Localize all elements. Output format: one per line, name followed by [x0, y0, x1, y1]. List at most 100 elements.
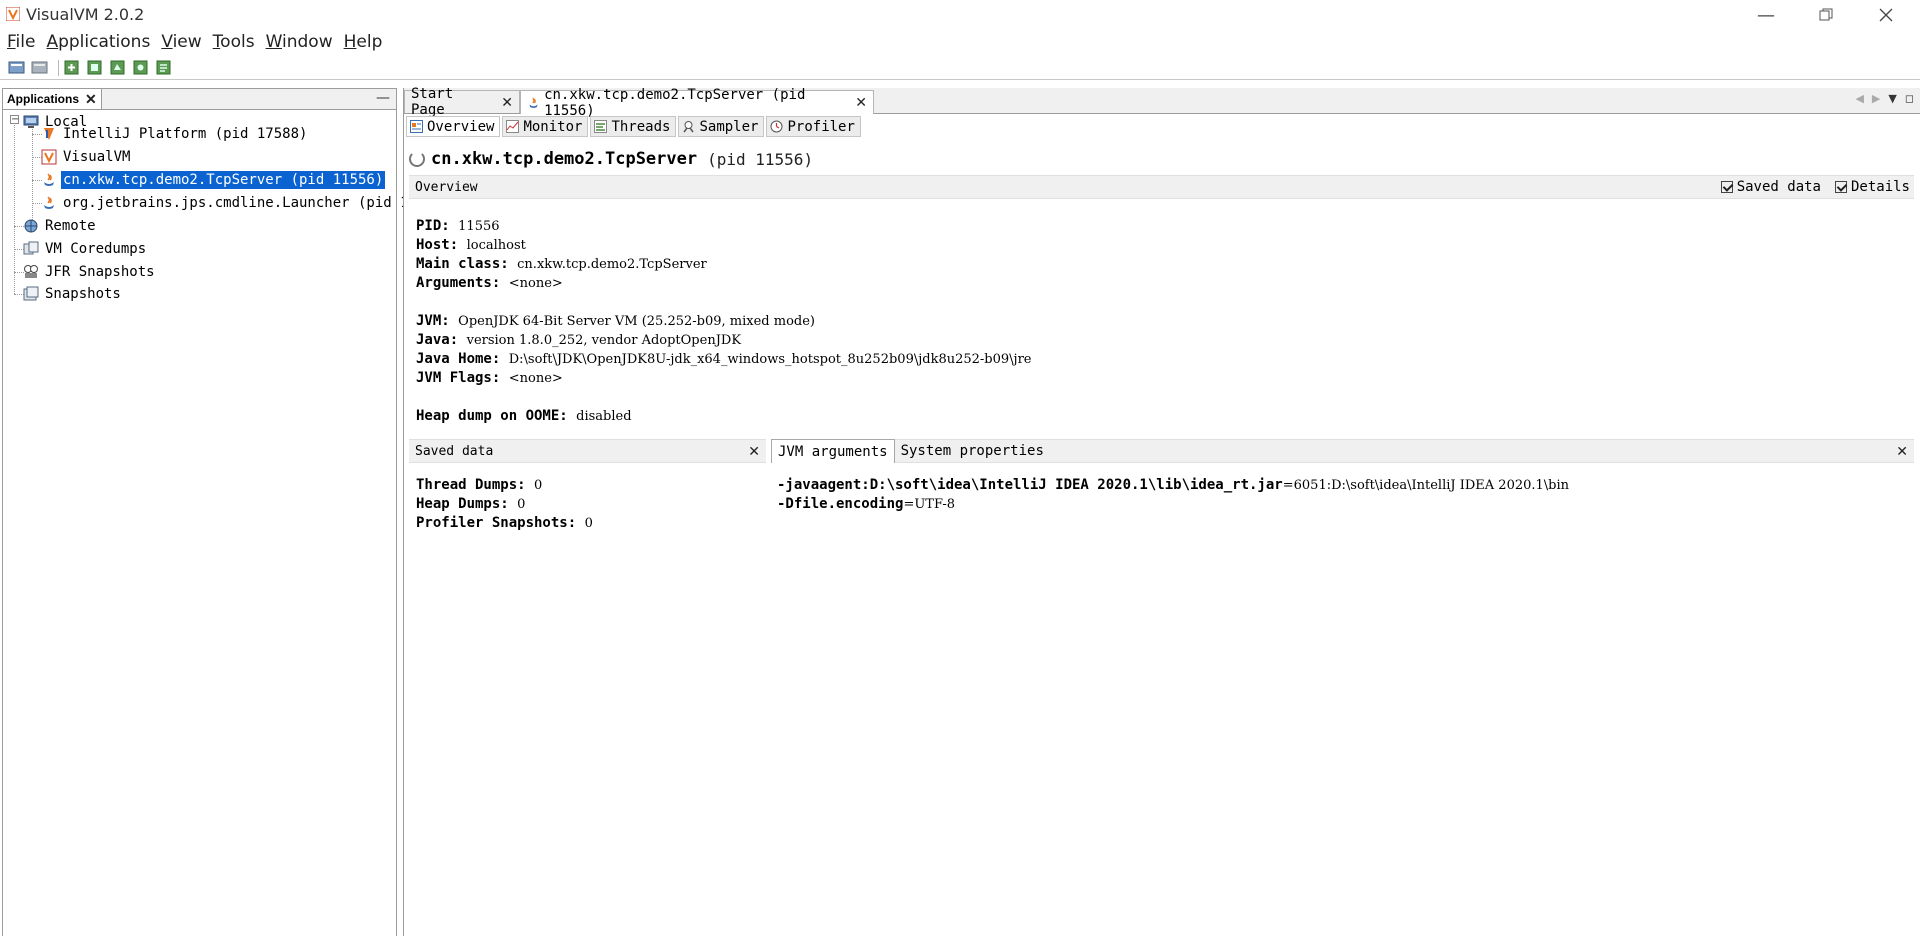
jvm-arg-file-encoding: -Dfile.encoding=UTF-8 [777, 496, 956, 512]
collapse-local-toggle[interactable]: − [10, 115, 19, 125]
menu-applications[interactable]: Applications [46, 32, 150, 52]
restore-icon [1819, 8, 1833, 21]
subtab-overview[interactable]: Overview [406, 116, 501, 137]
saved-data-checkbox[interactable]: Saved data [1720, 179, 1821, 195]
saved-profiler-snapshots: Profiler Snapshots: 0 [416, 515, 593, 531]
window-title: VisualVM 2.0.2 [26, 5, 145, 24]
info-host: Host: localhost [416, 237, 526, 253]
info-main-class: Main class: cn.xkw.tcp.demo2.TcpServer [416, 256, 707, 272]
add-coredump-icon[interactable] [109, 59, 126, 76]
close-tcpserver-tab-icon[interactable]: ✕ [855, 94, 867, 111]
info-jvm: JVM: OpenJDK 64-Bit Server VM (25.252-b0… [416, 313, 815, 329]
title-bar: VisualVM 2.0.2 — [0, 0, 1920, 30]
tree-node-visualvm[interactable]: VisualVM [41, 146, 132, 168]
tab-start-page[interactable]: Start Page ✕ [404, 86, 520, 118]
tree-node-intellij-platform[interactable]: IntelliJ Platform (pid 17588) [41, 123, 309, 145]
details-tabs-bar: JVM arguments System properties ✕ [771, 439, 1914, 463]
info-heap-dump-on-oome: Heap dump on OOME: disabled [416, 408, 632, 424]
tree-node-jfr-snapshots[interactable]: JFR Snapshots [23, 261, 157, 283]
close-start-page-icon[interactable]: ✕ [501, 94, 513, 111]
visualvm-app-icon [41, 149, 57, 165]
tab-tcpserver[interactable]: cn.xkw.tcp.demo2.TcpServer (pid 11556) ✕ [520, 87, 874, 119]
document-tab-strip: Start Page ✕ cn.xkw.tcp.demo2.TcpServer … [404, 86, 1920, 119]
saved-thread-dumps: Thread Dumps: 0 [416, 477, 543, 493]
add-jmx-connection-icon[interactable] [63, 59, 80, 76]
tab-system-properties[interactable]: System properties [895, 439, 1050, 463]
application-title: cn.xkw.tcp.demo2.TcpServer [431, 149, 698, 169]
tree-guide-line [14, 116, 15, 294]
info-java: Java: version 1.8.0_252, vendor AdoptOpe… [416, 332, 742, 348]
java-app-icon [529, 97, 538, 108]
monitor-icon [506, 120, 520, 133]
scroll-tabs-left-icon[interactable]: ◀ [1855, 92, 1863, 105]
tree-node-launcher[interactable]: org.jetbrains.jps.cmdline.Launcher (pid … [41, 192, 419, 214]
tree-node-tcpserver[interactable]: cn.xkw.tcp.demo2.TcpServer (pid 11556) [41, 169, 386, 191]
menu-help[interactable]: Help [344, 32, 383, 52]
close-details-icon[interactable]: ✕ [1896, 443, 1908, 460]
load-snapshot-icon[interactable] [8, 59, 25, 76]
applications-tab-strip: Applications ✕ — [3, 89, 396, 110]
menu-tools[interactable]: Tools [213, 32, 255, 52]
loading-spinner-icon [409, 151, 425, 167]
maximize-button[interactable] [1797, 0, 1855, 30]
info-jvm-flags: JVM Flags: <none> [416, 370, 563, 386]
application-header: cn.xkw.tcp.demo2.TcpServer (pid 11556) [409, 149, 813, 169]
profiler-icon [770, 120, 783, 133]
tab-list-dropdown-icon[interactable]: ▼ [1888, 92, 1896, 105]
menu-view[interactable]: View [161, 32, 201, 52]
close-icon [1879, 8, 1893, 22]
intellij-app-icon [44, 128, 54, 140]
maximize-window-icon[interactable]: ◻ [1905, 92, 1914, 105]
applications-tab-label: Applications [7, 92, 80, 106]
tree-node-remote[interactable]: Remote [23, 215, 98, 237]
close-saved-data-icon[interactable]: ✕ [748, 443, 760, 460]
scroll-tabs-right-icon[interactable]: ▶ [1872, 92, 1880, 105]
save-icon[interactable] [31, 59, 48, 76]
applications-tab[interactable]: Applications ✕ [3, 89, 102, 109]
info-arguments: Arguments: <none> [416, 275, 563, 291]
java-app-icon [44, 173, 54, 186]
minimize-icon: — [1757, 4, 1775, 26]
thread-dump-icon[interactable] [155, 59, 172, 76]
subtab-sampler[interactable]: Sampler [678, 116, 765, 137]
subtab-profiler[interactable]: Profiler [766, 116, 861, 137]
minimize-panel-button[interactable]: — [376, 90, 390, 106]
application-pid: (pid 11556) [707, 149, 814, 169]
view-subtabs: Overview Monitor Threads Sampler Profile… [404, 116, 1920, 138]
local-host-icon [23, 115, 39, 128]
checkbox-checked-icon [1834, 181, 1847, 193]
info-java-home: Java Home: D:\soft\JDK\OpenJDK8U-jdk_x64… [416, 351, 1032, 367]
overview-icon [410, 120, 423, 133]
tree-node-snapshots[interactable]: Snapshots [23, 283, 123, 305]
close-applications-tab-icon[interactable]: ✕ [85, 91, 97, 108]
tab-jvm-arguments[interactable]: JVM arguments [771, 439, 895, 463]
remote-host-icon [24, 219, 38, 233]
subtab-monitor[interactable]: Monitor [502, 116, 589, 137]
info-pid: PID: 11556 [416, 218, 500, 234]
menu-bar: File Applications View Tools Window Help [0, 30, 1920, 54]
close-window-button[interactable] [1857, 0, 1915, 30]
tab-tcpserver-label: cn.xkw.tcp.demo2.TcpServer (pid 11556) [544, 86, 806, 119]
coredumps-icon [23, 241, 39, 255]
add-remote-host-icon[interactable] [86, 59, 103, 76]
tab-navigation: ◀ ▶ ▼ ◻ [1855, 92, 1914, 105]
heap-dump-icon[interactable] [132, 59, 149, 76]
tree-node-vm-coredumps[interactable]: VM Coredumps [23, 238, 148, 260]
saved-data-section-bar: Saved data ✕ [409, 439, 766, 463]
saved-data-section-label: Saved data [415, 443, 494, 459]
tab-start-page-label: Start Page [411, 86, 454, 118]
menu-window[interactable]: Window [266, 32, 333, 52]
saved-heap-dumps: Heap Dumps: 0 [416, 496, 526, 512]
threads-icon [594, 120, 608, 133]
checkbox-checked-icon [1720, 181, 1733, 193]
menu-file[interactable]: File [7, 32, 35, 52]
sampler-icon [683, 121, 695, 133]
overview-section-label: Overview [415, 179, 478, 195]
subtab-threads[interactable]: Threads [590, 116, 677, 137]
minimize-button[interactable]: — [1737, 0, 1795, 30]
snapshots-icon [23, 286, 39, 301]
toolbar [0, 56, 1920, 80]
details-checkbox[interactable]: Details [1834, 179, 1910, 195]
java-app-icon [44, 196, 54, 209]
overview-section-bar: Overview Saved data Details [409, 175, 1914, 199]
